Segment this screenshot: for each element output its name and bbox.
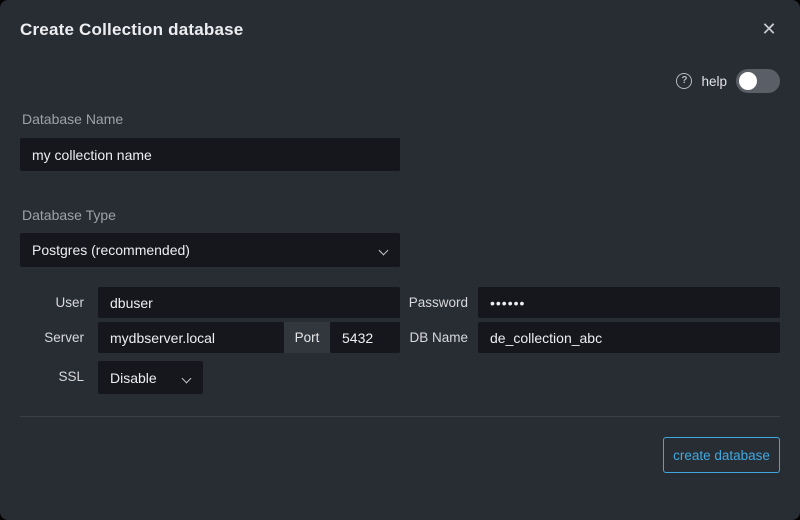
database-name-label: Database Name [22, 111, 123, 127]
toggle-knob [739, 72, 757, 90]
password-label: Password [398, 287, 468, 318]
create-database-button[interactable]: create database [663, 437, 780, 473]
db-name-label: DB Name [398, 322, 468, 353]
password-input[interactable] [478, 287, 780, 318]
port-label: Port [284, 322, 330, 353]
ssl-label: SSL [20, 361, 84, 392]
help-label: help [701, 74, 727, 89]
help-toggle[interactable] [736, 69, 780, 93]
database-name-input[interactable] [20, 138, 400, 171]
server-input[interactable] [98, 322, 284, 353]
user-label: User [20, 287, 84, 318]
database-type-label: Database Type [22, 207, 116, 223]
db-name-input[interactable] [478, 322, 780, 353]
database-type-selected: Postgres (recommended) [32, 242, 190, 258]
chevron-down-icon [183, 374, 191, 382]
help-question-icon: ? [676, 73, 692, 89]
chevron-down-icon [380, 246, 388, 254]
create-collection-database-modal: Create Collection database ✕ ? help Data… [0, 0, 800, 520]
ssl-selected: Disable [110, 370, 157, 386]
user-input[interactable] [98, 287, 400, 318]
server-label: Server [20, 322, 84, 353]
help-row: ? help [676, 69, 780, 93]
modal-title: Create Collection database [20, 20, 243, 40]
database-type-select[interactable]: Postgres (recommended) [20, 233, 400, 267]
ssl-select[interactable]: Disable [98, 361, 203, 394]
footer-divider [20, 416, 780, 417]
port-input[interactable] [330, 322, 400, 353]
close-icon[interactable]: ✕ [758, 18, 780, 40]
